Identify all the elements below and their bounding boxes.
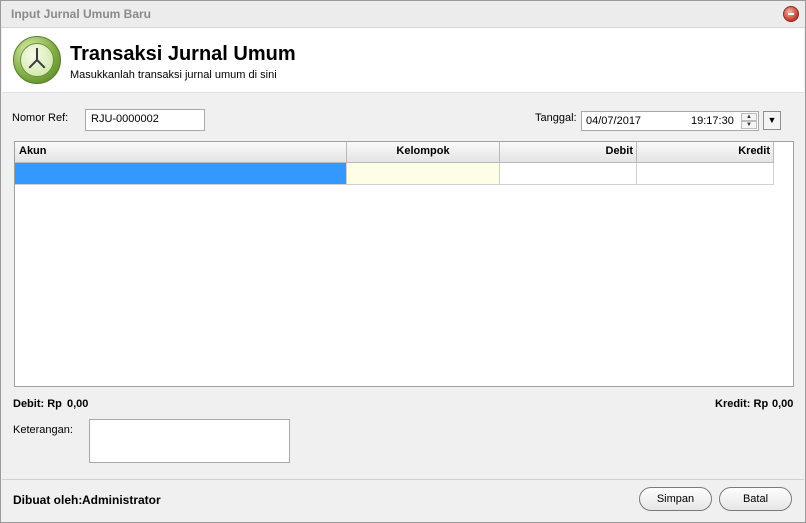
page-subtitle: Masukkanlah transaksi jurnal umum di sin… <box>70 69 277 81</box>
tanggal-date[interactable]: 04/07/2017 <box>586 115 641 127</box>
spin-up-icon[interactable]: ▲ <box>741 113 757 121</box>
keterangan-textarea[interactable] <box>89 419 290 463</box>
divider <box>2 479 804 480</box>
tanggal-datetime-field[interactable]: 04/07/2017 19:17:30 ▲ ▼ <box>581 111 759 131</box>
kredit-total-label: Kredit: Rp <box>715 398 769 410</box>
cell-akun[interactable] <box>15 163 347 185</box>
column-header-kredit[interactable]: Kredit <box>637 142 774 163</box>
chevron-down-icon[interactable]: ▼ <box>763 111 781 130</box>
header-banner: Transaksi Jurnal Umum Masukkanlah transa… <box>2 28 804 93</box>
keterangan-label: Keterangan: <box>13 424 73 436</box>
close-icon[interactable] <box>783 6 799 22</box>
journal-grid[interactable]: Akun Kelompok Debit Kredit <box>14 141 794 387</box>
created-by-label: Dibuat oleh: <box>13 493 83 507</box>
spin-down-icon[interactable]: ▼ <box>741 121 757 129</box>
debit-total-value: 0,00 <box>67 398 89 410</box>
save-button[interactable]: Simpan <box>639 487 712 511</box>
column-header-kelompok[interactable]: Kelompok <box>347 142 500 163</box>
kredit-total-value: 0,00 <box>772 398 794 410</box>
cell-kredit[interactable] <box>637 163 774 185</box>
cancel-button[interactable]: Batal <box>719 487 792 511</box>
tanggal-label: Tanggal: <box>535 112 577 124</box>
title-bar: Input Jurnal Umum Baru <box>1 1 805 28</box>
page-title: Transaksi Jurnal Umum <box>70 43 296 65</box>
debit-total-label: Debit: Rp <box>13 398 62 410</box>
column-header-akun[interactable]: Akun <box>15 142 347 163</box>
cell-debit[interactable] <box>500 163 637 185</box>
cell-kelompok[interactable] <box>347 163 500 185</box>
nomor-ref-input[interactable]: RJU-0000002 <box>85 109 205 131</box>
clock-icon <box>13 36 61 84</box>
nomor-ref-label: Nomor Ref: <box>12 112 69 124</box>
time-spinner[interactable]: ▲ ▼ <box>741 113 757 129</box>
dialog-window: Input Jurnal Umum Baru Transaksi Jurnal … <box>0 0 806 523</box>
tanggal-time[interactable]: 19:17:30 <box>691 115 734 127</box>
column-header-debit[interactable]: Debit <box>500 142 637 163</box>
created-by-value: Administrator <box>82 493 161 507</box>
window-title: Input Jurnal Umum Baru <box>11 7 152 21</box>
